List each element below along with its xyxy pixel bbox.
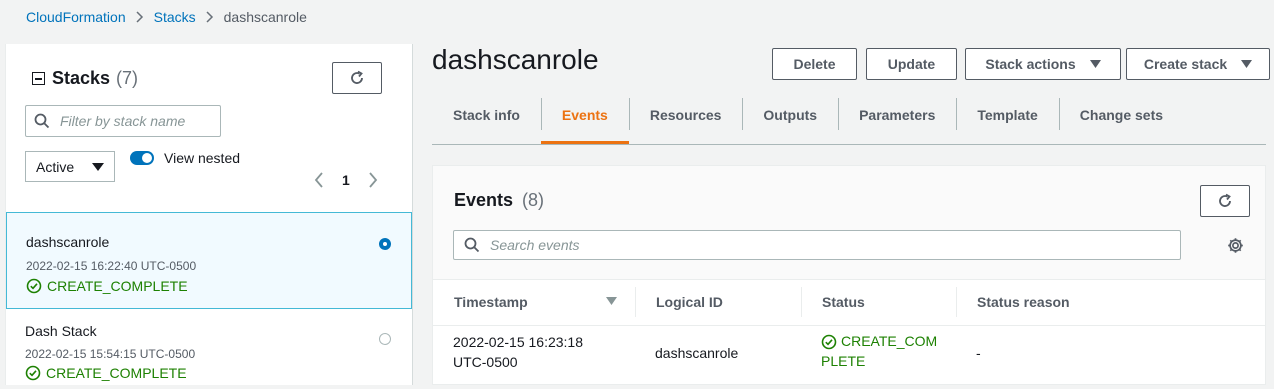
stack-actions-label: Stack actions xyxy=(985,56,1076,72)
event-timestamp-line2: UTC-0500 xyxy=(453,354,518,370)
tab-outputs[interactable]: Outputs xyxy=(742,98,838,132)
caret-down-icon xyxy=(1241,60,1253,68)
stacks-panel: Stacks (7) Active View nested 1 dashscan… xyxy=(5,44,413,385)
events-panel: Events (8) Timestamp Logical ID Status S… xyxy=(432,165,1266,385)
tab-stack-info[interactable]: Stack info xyxy=(432,98,541,132)
status-filter-value: Active xyxy=(36,158,75,175)
caret-down-icon xyxy=(92,162,104,171)
stacks-panel-title: Stacks (7) xyxy=(32,68,138,89)
stack-date: 2022-02-15 15:54:15 UTC-0500 xyxy=(25,347,196,361)
page-title: dashscanrole xyxy=(432,44,599,75)
event-logical-id: dashscanrole xyxy=(655,345,739,361)
stack-select-radio[interactable] xyxy=(379,333,391,345)
column-header-logical-id-label: Logical ID xyxy=(656,294,723,310)
column-header-status-reason[interactable]: Status reason xyxy=(977,279,1070,325)
stack-select-radio[interactable] xyxy=(379,238,391,250)
stacks-count: (7) xyxy=(116,68,139,88)
event-status: CREATE_COM PLETE xyxy=(821,331,937,371)
update-button[interactable]: Update xyxy=(866,48,957,80)
tab-resources[interactable]: Resources xyxy=(628,98,743,132)
refresh-stacks-button[interactable] xyxy=(332,62,382,94)
view-nested-toggle[interactable] xyxy=(130,151,154,165)
column-header-status-label: Status xyxy=(822,294,865,310)
view-nested-toggle-group: View nested xyxy=(130,150,240,166)
search-icon xyxy=(34,113,50,129)
row-divider xyxy=(433,325,1265,326)
search-icon xyxy=(464,237,480,253)
stack-status-text: CREATE_COMPLETE xyxy=(47,278,188,294)
stack-date: 2022-02-15 16:22:40 UTC-0500 xyxy=(26,259,197,273)
column-header-timestamp[interactable]: Timestamp xyxy=(454,279,528,325)
event-timestamp: 2022-02-15 16:23:18 UTC-0500 xyxy=(453,332,583,372)
pagination: 1 xyxy=(314,172,378,188)
column-divider[interactable] xyxy=(635,287,636,317)
gear-icon[interactable] xyxy=(1227,237,1244,254)
tab-template[interactable]: Template xyxy=(956,98,1058,132)
column-header-status-reason-label: Status reason xyxy=(977,294,1070,310)
stack-status-text: CREATE_COMPLETE xyxy=(46,365,187,381)
column-header-timestamp-label: Timestamp xyxy=(454,294,528,310)
events-title-text: Events xyxy=(454,190,514,210)
create-stack-dropdown[interactable]: Create stack xyxy=(1126,48,1270,80)
filter-stacks-input[interactable] xyxy=(58,112,220,130)
search-events-input[interactable] xyxy=(488,236,1180,254)
breadcrumb-current: dashscanrole xyxy=(223,9,307,25)
stack-name[interactable]: Dash Stack xyxy=(25,323,97,339)
event-status-line1: CREATE_COM xyxy=(841,333,938,349)
breadcrumb-stacks-link[interactable]: Stacks xyxy=(154,9,196,25)
success-check-icon xyxy=(821,334,837,350)
stack-status: CREATE_COMPLETE xyxy=(26,278,188,294)
event-timestamp-line1: 2022-02-15 16:23:18 xyxy=(453,334,583,350)
column-divider[interactable] xyxy=(801,287,802,317)
filter-stacks-search[interactable] xyxy=(25,105,221,137)
event-status-line2: PLETE xyxy=(821,353,866,369)
breadcrumb: CloudFormation Stacks dashscanrole xyxy=(26,9,307,25)
chevron-right-icon xyxy=(206,11,214,23)
search-events[interactable] xyxy=(453,230,1181,260)
page-number[interactable]: 1 xyxy=(342,172,350,188)
stacks-title-text: Stacks xyxy=(52,68,111,88)
refresh-events-button[interactable] xyxy=(1200,185,1250,217)
tab-change-sets[interactable]: Change sets xyxy=(1058,98,1184,132)
column-divider[interactable] xyxy=(956,287,957,317)
status-filter-select[interactable]: Active xyxy=(25,151,115,182)
stack-tabs: Stack info Events Resources Outputs Para… xyxy=(432,98,1266,145)
breadcrumb-cloudformation-link[interactable]: CloudFormation xyxy=(26,9,126,25)
chevron-right-icon xyxy=(136,11,144,23)
stack-name[interactable]: dashscanrole xyxy=(26,234,109,250)
chevron-left-icon[interactable] xyxy=(314,172,324,188)
stack-list-item[interactable]: dashscanrole 2022-02-15 16:22:40 UTC-050… xyxy=(6,212,412,309)
caret-down-icon xyxy=(1089,60,1101,68)
column-header-logical-id[interactable]: Logical ID xyxy=(656,279,723,325)
events-title: Events (8) xyxy=(454,190,544,211)
success-check-icon xyxy=(25,365,41,381)
view-nested-label: View nested xyxy=(164,150,241,166)
tab-parameters[interactable]: Parameters xyxy=(838,98,956,132)
delete-button[interactable]: Delete xyxy=(772,48,857,80)
refresh-icon xyxy=(1219,193,1231,207)
tab-events[interactable]: Events xyxy=(540,98,629,144)
collapse-icon[interactable] xyxy=(32,72,45,85)
event-status-reason: - xyxy=(976,345,981,361)
events-header: Events (8) xyxy=(433,166,1265,280)
stack-actions-dropdown[interactable]: Stack actions xyxy=(965,48,1121,80)
events-count: (8) xyxy=(522,190,545,210)
success-check-icon xyxy=(26,278,42,294)
refresh-icon xyxy=(351,70,363,84)
sort-descending-icon[interactable] xyxy=(606,297,617,305)
chevron-right-icon[interactable] xyxy=(368,172,378,188)
stack-list-item[interactable]: Dash Stack 2022-02-15 15:54:15 UTC-0500 … xyxy=(6,309,412,389)
stack-status: CREATE_COMPLETE xyxy=(25,365,187,381)
create-stack-label: Create stack xyxy=(1143,56,1228,72)
column-header-status[interactable]: Status xyxy=(822,279,865,325)
